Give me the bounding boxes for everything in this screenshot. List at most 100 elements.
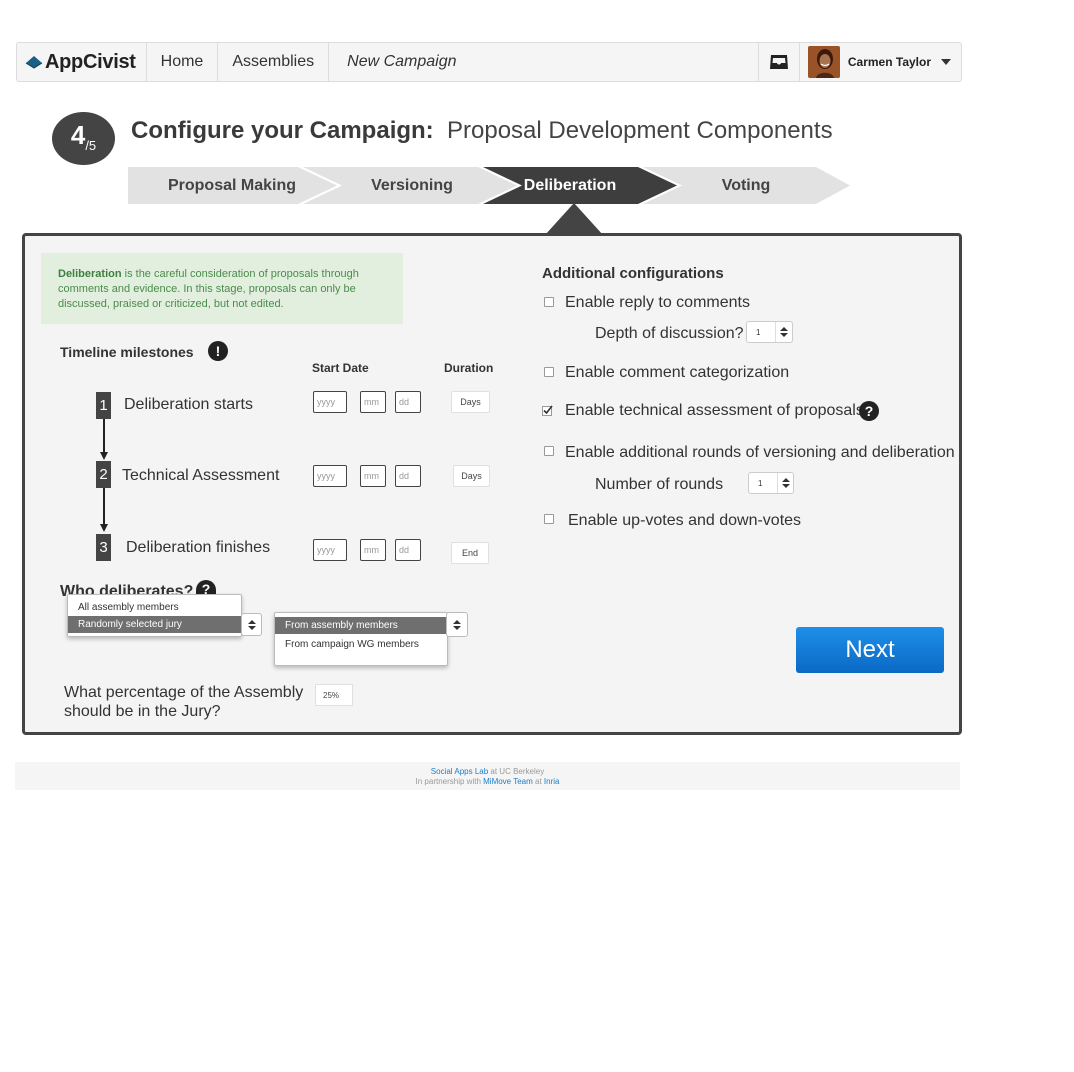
milestone-number: 3 <box>96 534 111 561</box>
deliberators-dropdown[interactable]: All assembly members Randomly selected j… <box>67 594 242 637</box>
footer: Social Apps Lab at UC Berkeley In partne… <box>15 762 960 790</box>
rounds-stepper[interactable]: 1 <box>748 472 794 494</box>
social-apps-lab-link[interactable]: Social Apps Lab <box>431 767 488 776</box>
timeline-connector <box>103 488 105 526</box>
active-stage-pointer <box>545 203 603 235</box>
inbox-button[interactable] <box>757 43 800 81</box>
tab-label: Voting <box>721 176 771 194</box>
chevron-down-icon <box>941 59 951 65</box>
categorization-checkbox[interactable] <box>544 367 554 377</box>
tab-versioning[interactable]: Versioning <box>318 167 506 204</box>
nav-current-page: New Campaign <box>329 43 470 81</box>
month-field[interactable]: mm <box>360 465 386 487</box>
jury-question-line1: What percentage of the Assembly <box>64 684 304 701</box>
rounds-checkbox[interactable] <box>544 446 554 456</box>
timeline-connector <box>103 419 105 454</box>
day-field[interactable]: dd <box>395 465 421 487</box>
brand-logo[interactable]: AppCivist <box>17 43 147 81</box>
dropdown-toggle[interactable] <box>446 612 468 637</box>
step-indicator: 4/5 <box>52 112 115 165</box>
duration-field[interactable]: Days <box>451 391 490 413</box>
dropdown-option-selected[interactable]: Randomly selected jury <box>68 616 241 633</box>
votes-checkbox[interactable] <box>544 514 554 524</box>
depth-stepper[interactable]: 1 <box>746 321 793 343</box>
milestone-label: Deliberation starts <box>124 396 253 413</box>
inria-link[interactable]: Inria <box>544 777 560 786</box>
year-field[interactable]: yyyy <box>313 539 347 561</box>
day-field[interactable]: dd <box>395 539 421 561</box>
exclamation-icon[interactable]: ! <box>208 341 228 361</box>
tab-proposal-making[interactable]: Proposal Making <box>128 167 336 204</box>
milestone-number: 1 <box>96 392 111 419</box>
tab-voting[interactable]: Voting <box>658 167 834 204</box>
jury-source-dropdown[interactable]: From assembly members From campaign WG m… <box>274 612 448 666</box>
jury-percentage-field[interactable]: 25% <box>315 684 353 706</box>
timeline-heading: Timeline milestones <box>60 344 194 360</box>
tab-label: Deliberation <box>523 176 617 194</box>
milestone-label: Technical Assessment <box>122 467 280 484</box>
technical-label: Enable technical assessment of proposals <box>565 402 864 419</box>
arrow-down-icon <box>100 452 108 460</box>
mimove-team-link[interactable]: MiMove Team <box>483 777 533 786</box>
nav-assemblies[interactable]: Assemblies <box>218 43 330 81</box>
duration-field[interactable]: End <box>451 542 489 564</box>
start-date-header: Start Date <box>312 361 369 375</box>
step-number: 4 <box>70 120 86 150</box>
jury-question-line2: should be in the Jury? <box>64 703 221 720</box>
reply-checkbox[interactable] <box>544 297 554 307</box>
reply-label: Enable reply to comments <box>565 294 750 311</box>
depth-value: 1 <box>756 327 761 337</box>
rounds-value: 1 <box>758 478 763 488</box>
page-title-sub: Proposal Development Components <box>447 117 833 144</box>
milestone-label: Deliberation finishes <box>126 539 271 556</box>
stepper-arrows[interactable] <box>777 473 793 493</box>
nav-current-label: New Campaign <box>347 53 457 70</box>
deliberation-info-box: Deliberation is the careful consideratio… <box>41 253 403 324</box>
footer-text: In partnership with <box>415 777 484 786</box>
sort-arrows-icon <box>453 619 461 630</box>
user-name: Carmen Taylor <box>847 55 931 69</box>
top-navbar: AppCivist Home Assemblies New Campaign C… <box>16 42 962 82</box>
nav-home-label: Home <box>160 53 204 70</box>
tab-label: Versioning <box>371 176 453 194</box>
tab-label: Proposal Making <box>167 176 297 194</box>
dropdown-option[interactable]: All assembly members <box>68 599 241 616</box>
year-field[interactable]: yyyy <box>313 391 347 413</box>
info-term: Deliberation <box>58 268 122 280</box>
inbox-icon <box>769 55 788 69</box>
nav-home[interactable]: Home <box>147 43 219 81</box>
dropdown-toggle[interactable] <box>241 613 262 636</box>
dropdown-option[interactable]: From campaign WG members <box>275 636 447 653</box>
duration-header: Duration <box>444 361 494 375</box>
footer-line-1: Social Apps Lab at UC Berkeley <box>15 767 960 777</box>
sort-arrows-icon <box>779 327 788 337</box>
next-button[interactable]: Next <box>796 627 944 673</box>
sort-arrows-icon <box>781 478 790 488</box>
footer-text: at UC Berkeley <box>488 767 545 776</box>
brand-name: AppCivist <box>45 50 136 73</box>
day-field[interactable]: dd <box>395 391 421 413</box>
duration-field[interactable]: Days <box>453 465 490 487</box>
appcivist-logo-icon <box>25 56 43 69</box>
dropdown-option-selected[interactable]: From assembly members <box>275 617 447 634</box>
user-menu[interactable]: Carmen Taylor <box>800 43 961 81</box>
month-field[interactable]: mm <box>360 539 386 561</box>
tab-deliberation[interactable]: Deliberation <box>494 167 646 204</box>
categorization-label: Enable comment categorization <box>565 364 790 381</box>
month-field[interactable]: mm <box>360 391 386 413</box>
number-of-rounds-label: Number of rounds <box>595 476 724 493</box>
technical-checkbox[interactable] <box>542 405 553 416</box>
rounds-label: Enable additional rounds of versioning a… <box>565 444 955 461</box>
depth-label: Depth of discussion? <box>595 325 744 342</box>
checkmark-icon <box>542 405 553 416</box>
nav-assemblies-label: Assemblies <box>232 53 315 70</box>
year-field[interactable]: yyyy <box>313 465 347 487</box>
help-icon[interactable]: ? <box>859 401 879 421</box>
stepper-arrows[interactable] <box>775 322 791 342</box>
arrow-down-icon <box>100 524 108 532</box>
votes-label: Enable up-votes and down-votes <box>568 512 802 529</box>
page-title: Configure your Campaign: Proposal Develo… <box>131 117 833 145</box>
footer-text: at <box>532 777 544 786</box>
milestone-number: 2 <box>96 461 111 488</box>
sort-arrows-icon <box>247 619 256 630</box>
